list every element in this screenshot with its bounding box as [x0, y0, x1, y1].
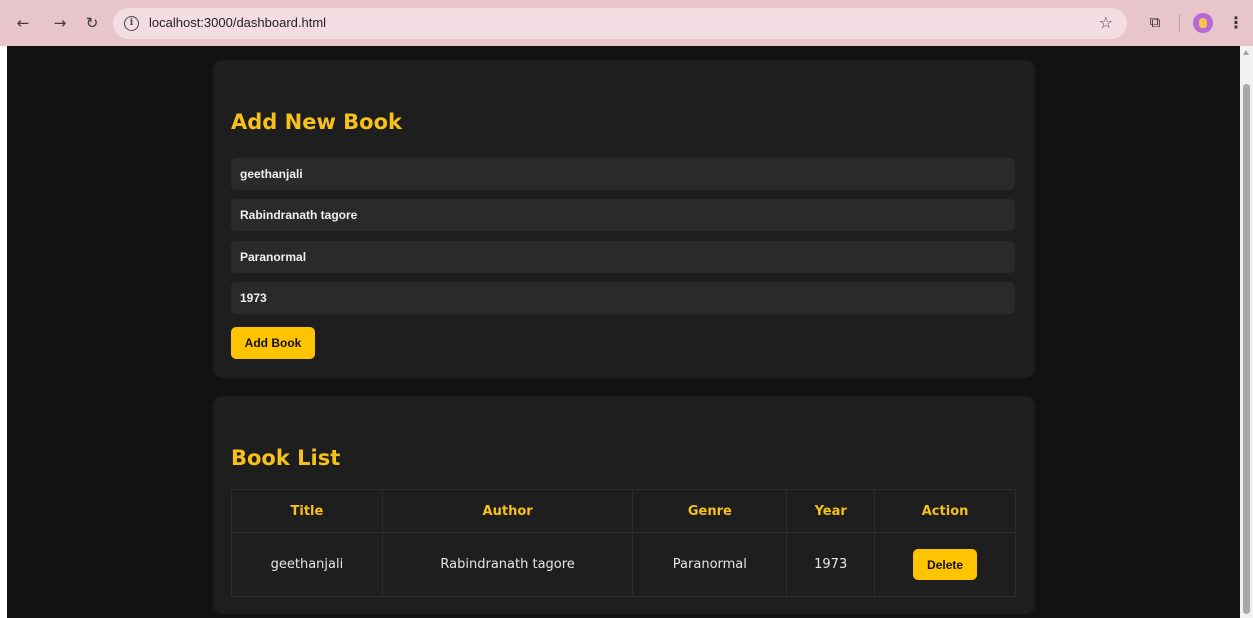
title-input[interactable] [231, 158, 1015, 190]
scrollbar-thumb[interactable] [1243, 84, 1250, 614]
extensions-icon[interactable]: ⧉ [1146, 13, 1164, 31]
cell-title: geethanjali [231, 532, 383, 597]
browser-toolbar: ← → ↻ i localhost:3000/dashboard.html ☆ … [0, 0, 1253, 46]
scroll-up-arrow-icon[interactable] [1243, 50, 1249, 55]
add-book-title: Add New Book [231, 110, 402, 134]
info-icon[interactable]: i [124, 16, 139, 31]
header-action: Action [874, 489, 1016, 533]
table-header-row: Title Author Genre Year Action [231, 489, 1016, 533]
genre-input[interactable] [231, 241, 1015, 273]
add-book-card: Add New Book Add Book [213, 60, 1035, 378]
url-text[interactable]: localhost:3000/dashboard.html [149, 15, 326, 30]
cell-author: Rabindranath tagore [381, 532, 634, 597]
add-book-button[interactable]: Add Book [231, 327, 315, 359]
header-title: Title [231, 489, 383, 533]
cell-genre: Paranormal [632, 532, 788, 597]
delete-button[interactable]: Delete [913, 549, 978, 580]
page-scrollbar[interactable] [1240, 46, 1253, 618]
address-bar[interactable]: i localhost:3000/dashboard.html ☆ [113, 8, 1127, 39]
cell-year: 1973 [786, 532, 876, 597]
toolbar-divider [1179, 14, 1180, 32]
author-input[interactable] [231, 199, 1015, 231]
book-list-title: Book List [231, 446, 341, 470]
header-genre: Genre [632, 489, 788, 533]
menu-icon[interactable]: ⋮ [1228, 13, 1244, 33]
back-arrow-icon[interactable]: ← [13, 13, 33, 33]
header-year: Year [786, 489, 876, 533]
table-row: geethanjali Rabindranath tagore Paranorm… [231, 532, 1016, 597]
book-table: Title Author Genre Year Action geethanja… [231, 489, 1016, 597]
cell-action: Delete [874, 532, 1016, 597]
reload-icon[interactable]: ↻ [82, 13, 102, 33]
star-icon[interactable]: ☆ [1099, 13, 1113, 32]
forward-arrow-icon[interactable]: → [50, 13, 70, 33]
header-author: Author [381, 489, 634, 533]
book-list-card: Book List Title Author Genre Year Action… [213, 396, 1035, 614]
profile-avatar-icon[interactable] [1193, 13, 1213, 33]
year-input[interactable] [231, 282, 1015, 314]
page-viewport: Add New Book Add Book Book List Title Au… [7, 46, 1240, 618]
